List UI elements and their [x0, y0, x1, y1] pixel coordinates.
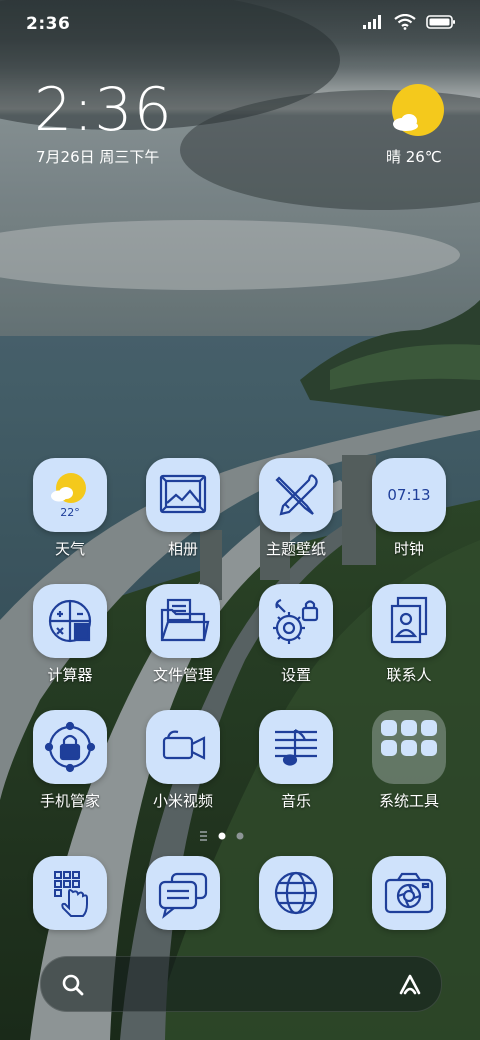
- app-settings[interactable]: 设置: [246, 584, 346, 694]
- app-label: 小米视频: [152, 792, 213, 810]
- status-time: 2:36: [26, 14, 71, 34]
- app-label: 计算器: [47, 666, 93, 684]
- app-security[interactable]: 手机管家: [20, 710, 120, 820]
- app-label: 时钟: [393, 540, 424, 558]
- settings-icon: [259, 584, 333, 658]
- app-folder-system-tools[interactable]: 系统工具: [359, 710, 459, 820]
- security-icon: [33, 710, 107, 784]
- app-music[interactable]: 音乐: [246, 710, 346, 820]
- assistant-icon[interactable]: [397, 971, 423, 997]
- app-calculator[interactable]: 计算器: [20, 584, 120, 694]
- clock-widget-date: 7月26日 周三下午: [36, 148, 160, 166]
- calculator-icon: [33, 584, 107, 658]
- app-contacts[interactable]: 联系人: [359, 584, 459, 694]
- weather-temp-badge: 22°: [60, 506, 80, 519]
- search-bar[interactable]: [40, 956, 442, 1012]
- app-label: 手机管家: [39, 792, 100, 810]
- app-video[interactable]: 小米视频: [133, 710, 233, 820]
- cloud-icon: [393, 114, 418, 131]
- signal-icon: [363, 15, 381, 29]
- app-label: 相册: [167, 540, 198, 558]
- camera-icon: [372, 856, 446, 930]
- dock-camera[interactable]: [359, 856, 459, 966]
- app-label: 系统工具: [378, 792, 439, 810]
- app-gallery[interactable]: 相册: [133, 458, 233, 568]
- messages-icon: [146, 856, 220, 930]
- weather-icon: 22°: [33, 458, 107, 532]
- clock-icon: 07:13: [372, 458, 446, 532]
- app-themes[interactable]: 主题壁纸: [246, 458, 346, 568]
- app-label: 文件管理: [152, 666, 213, 684]
- app-label: 主题壁纸: [265, 540, 326, 558]
- search-icon[interactable]: [61, 973, 85, 997]
- status-bar: 2:36: [0, 0, 480, 50]
- app-label: 天气: [54, 540, 85, 558]
- dock-browser[interactable]: [246, 856, 346, 966]
- app-file-manager[interactable]: 文件管理: [133, 584, 233, 694]
- clock-app-time: 07:13: [387, 486, 431, 504]
- themes-icon: [259, 458, 333, 532]
- video-camera-icon: [146, 710, 220, 784]
- page-indicator: [198, 828, 288, 842]
- dock-messages[interactable]: [133, 856, 233, 966]
- wifi-icon: [394, 14, 416, 30]
- weather-widget-text: 晴 26℃: [386, 148, 442, 166]
- phone-dialer-icon: [33, 856, 107, 930]
- gallery-icon: [146, 458, 220, 532]
- app-weather[interactable]: 22° 天气: [20, 458, 120, 568]
- battery-icon: [426, 15, 455, 29]
- folder-group-icon: [372, 710, 446, 784]
- app-clock[interactable]: 07:13 时钟: [359, 458, 459, 568]
- clock-widget-time[interactable]: 2:36: [34, 78, 173, 142]
- dock-phone[interactable]: [20, 856, 120, 966]
- status-icons: [362, 14, 456, 30]
- contacts-icon: [372, 584, 446, 658]
- folder-icon: [146, 584, 220, 658]
- browser-icon: [259, 856, 333, 930]
- music-icon: [259, 710, 333, 784]
- app-label: 联系人: [386, 666, 432, 684]
- app-label: 音乐: [280, 792, 311, 810]
- app-label: 设置: [280, 666, 311, 684]
